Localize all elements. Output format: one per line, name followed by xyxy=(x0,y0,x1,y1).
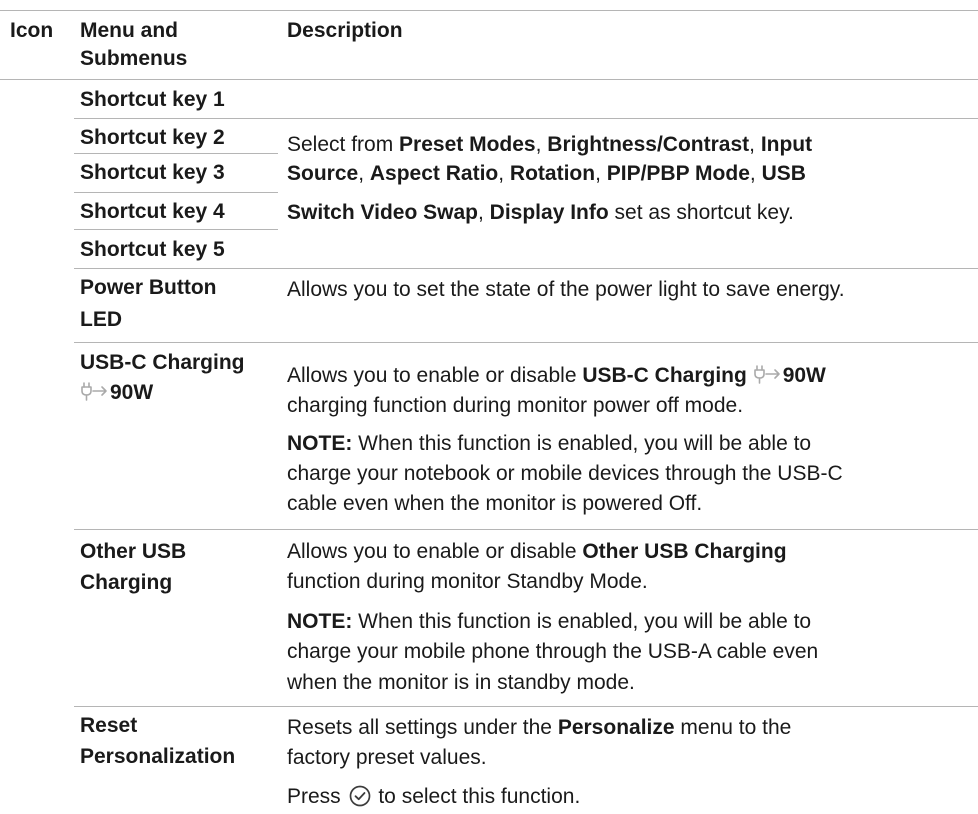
reset-personalization-label-1: Reset xyxy=(80,714,138,737)
top-rule xyxy=(0,10,978,11)
row-divider xyxy=(74,192,278,193)
shortcut-key-1: Shortcut key 1 xyxy=(80,88,225,111)
usbc-charging-label-2: 90W xyxy=(80,379,153,409)
other-usb-charging-label-1: Other USB xyxy=(80,540,187,563)
row-divider xyxy=(74,342,978,343)
power-button-led-desc: Allows you to set the state of the power… xyxy=(287,278,845,301)
power-button-led-label-2: LED xyxy=(80,308,122,331)
shortcut-desc-line-1: Select from Preset Modes, Brightness/Con… xyxy=(287,133,813,156)
shortcut-key-5: Shortcut key 5 xyxy=(80,238,225,261)
shortcut-desc-line-3: Switch Video Swap, Display Info set as s… xyxy=(287,201,794,224)
row-divider xyxy=(74,118,978,119)
usbc-note-line-3: cable even when the monitor is powered O… xyxy=(287,492,703,515)
other-usb-desc-line-1: Allows you to enable or disable Other US… xyxy=(287,540,787,563)
other-usb-charging-label-2: Charging xyxy=(80,571,173,594)
other-usb-desc-line-2: function during monitor Standby Mode. xyxy=(287,570,648,593)
header-icon: Icon xyxy=(10,19,54,42)
usb-c-power-plug-icon xyxy=(753,365,783,392)
reset-desc-line-1: Resets all settings under the Personaliz… xyxy=(287,716,792,739)
header-menu-and-submenus: Menu and Submenus xyxy=(80,19,188,70)
other-usb-note-line-1: NOTE: When this function is enabled, you… xyxy=(287,610,812,633)
reset-press-line: Press to select this function. xyxy=(287,783,580,814)
shortcut-key-2: Shortcut key 2 xyxy=(80,126,225,149)
row-divider xyxy=(74,153,278,154)
power-button-led-label-1: Power Button xyxy=(80,276,217,299)
reset-personalization-label-2: Personalization xyxy=(80,745,236,768)
usbc-desc-line-1: Allows you to enable or disable USB-C Ch… xyxy=(287,362,826,392)
usb-c-power-plug-icon xyxy=(80,382,110,409)
usbc-note-line-1: NOTE: When this function is enabled, you… xyxy=(287,432,812,455)
other-usb-note-line-2: charge your mobile phone through the USB… xyxy=(287,640,819,663)
row-divider xyxy=(74,529,978,530)
row-divider xyxy=(74,268,978,269)
usbc-desc-line-2: charging function during monitor power o… xyxy=(287,394,744,417)
usbc-charging-label-1: USB-C Charging xyxy=(80,351,245,374)
shortcut-key-3: Shortcut key 3 xyxy=(80,161,225,184)
usbc-note-line-2: charge your notebook or mobile devices t… xyxy=(287,462,843,485)
checkmark-circle-icon xyxy=(349,785,371,814)
shortcut-key-4: Shortcut key 4 xyxy=(80,200,225,223)
reset-desc-line-2: factory preset values. xyxy=(287,746,487,769)
row-divider xyxy=(74,229,278,230)
other-usb-note-line-3: when the monitor is in standby mode. xyxy=(287,671,635,694)
header-rule xyxy=(0,79,978,80)
header-description: Description xyxy=(287,19,403,42)
shortcut-desc-line-2: Source, Aspect Ratio, Rotation, PIP/PBP … xyxy=(287,162,806,185)
row-divider xyxy=(74,706,978,707)
